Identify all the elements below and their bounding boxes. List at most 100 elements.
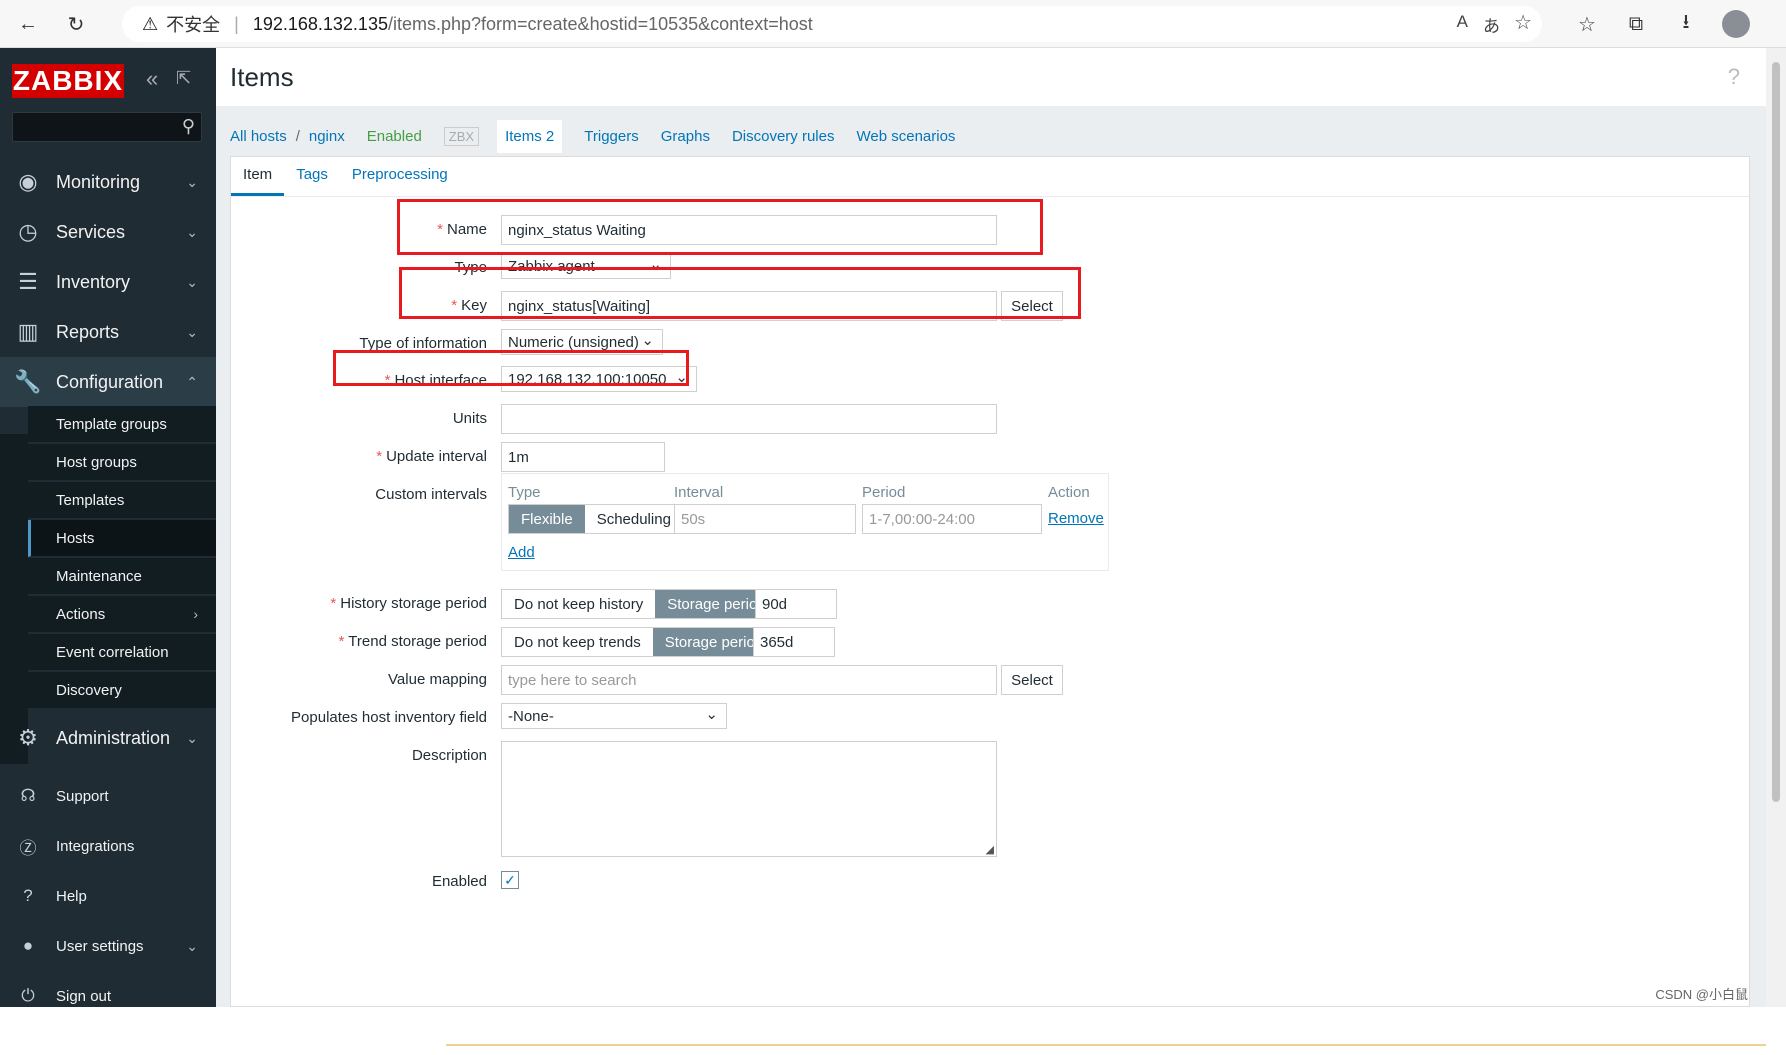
sidebar: ZABBIX « ⇱ ⚲ ◉ Monitoring ⌄ ◷ Services ⌄…: [0, 48, 216, 1007]
zabbix-logo[interactable]: ZABBIX: [12, 64, 124, 98]
menu-label: Inventory: [56, 272, 130, 293]
row-history: *History storage period Do not keep hist…: [231, 589, 1431, 619]
update-interval-input[interactable]: 1m: [501, 442, 665, 472]
tab-discovery-rules[interactable]: Discovery rules: [732, 128, 835, 145]
type-of-information-select[interactable]: Numeric (unsigned)⌄: [501, 329, 663, 355]
value-mapping-label: Value mapping: [388, 671, 487, 688]
sidebar-search-input[interactable]: ⚲: [12, 112, 202, 142]
ci-header-type: Type: [508, 484, 541, 501]
help-icon[interactable]: ?: [1728, 64, 1740, 90]
sidebar-help[interactable]: ? Help: [0, 871, 216, 921]
sidebar-integrations[interactable]: Ⓩ Integrations: [0, 821, 216, 871]
zbx-badge: ZBX: [444, 127, 479, 146]
sidebar-item-hosts[interactable]: Hosts: [28, 520, 216, 557]
chevron-down-icon: ⌄: [705, 705, 718, 723]
favorite-add-icon[interactable]: ☆: [1514, 10, 1532, 35]
integrations-icon: Ⓩ: [0, 834, 56, 859]
kiosk-mode-icon[interactable]: ⇱: [176, 68, 191, 89]
row-description: Description ◢: [231, 741, 1431, 771]
sidebar-item-host-groups[interactable]: Host groups: [28, 444, 216, 481]
sidebar-item-event-correlation[interactable]: Event correlation: [28, 634, 216, 671]
menu-administration[interactable]: ⚙ Administration ⌄: [0, 713, 216, 763]
row-update-interval: *Update interval 1m: [231, 442, 1431, 472]
favorites-icon[interactable]: ☆: [1573, 10, 1601, 38]
sidebar-item-actions[interactable]: Actions ›: [28, 596, 216, 633]
enabled-checkbox[interactable]: ✓: [501, 871, 519, 889]
chevron-down-icon: ⌄: [649, 255, 662, 273]
form-tabs: Item Tags Preprocessing: [231, 157, 1749, 197]
menu-configuration[interactable]: 🔧 Configuration ⌃: [0, 357, 216, 407]
back-arrow-icon[interactable]: ←: [14, 10, 42, 38]
breadcrumb: All hosts / nginx Enabled ZBX Items 2 Tr…: [230, 116, 977, 156]
host-interface-select[interactable]: 192.168.132.100:10050⌄: [501, 366, 697, 392]
menu-services[interactable]: ◷ Services ⌄: [0, 207, 216, 257]
bar-chart-icon: ▥: [0, 319, 56, 345]
ci-flexible-button[interactable]: Flexible: [509, 505, 585, 533]
history-toggle: Do not keep history Storage period: [501, 589, 779, 619]
tab-item[interactable]: Item: [231, 156, 284, 196]
trend-label: *Trend storage period: [338, 633, 487, 650]
ci-scheduling-button[interactable]: Scheduling: [585, 505, 683, 533]
description-textarea[interactable]: ◢: [501, 741, 997, 857]
tab-items[interactable]: Items 2: [497, 120, 562, 153]
ci-header-action: Action: [1048, 484, 1090, 501]
enabled-label: Enabled: [432, 873, 487, 890]
ci-interval-input[interactable]: 50s: [674, 504, 856, 534]
sidebar-sign-out[interactable]: ⏻ Sign out: [0, 971, 216, 1021]
bottom-label: Integrations: [56, 838, 134, 855]
status-enabled[interactable]: Enabled: [367, 128, 422, 145]
collapse-sidebar-icon[interactable]: «: [146, 66, 158, 92]
menu-monitoring[interactable]: ◉ Monitoring ⌄: [0, 157, 216, 207]
row-key: *Key nginx_status[Waiting] Select: [231, 291, 1431, 321]
sidebar-item-maintenance[interactable]: Maintenance: [28, 558, 216, 595]
ci-remove-link[interactable]: Remove: [1048, 510, 1104, 527]
menu-inventory[interactable]: ☰ Inventory ⌄: [0, 257, 216, 307]
row-type-of-information: Type of information Numeric (unsigned)⌄: [231, 329, 1431, 359]
translate-icon[interactable]: あ: [1483, 12, 1500, 37]
read-aloud-icon[interactable]: A: [1457, 12, 1468, 32]
sidebar-user-settings[interactable]: ● User settings ⌄: [0, 921, 216, 971]
history-period-input[interactable]: 90d: [755, 589, 837, 619]
collections-icon[interactable]: ⧉: [1622, 10, 1650, 38]
search-icon[interactable]: ⚲: [182, 116, 195, 137]
tab-triggers[interactable]: Triggers: [584, 128, 638, 145]
key-input[interactable]: nginx_status[Waiting]: [501, 291, 997, 321]
value-mapping-input[interactable]: type here to search: [501, 665, 997, 695]
do-not-keep-history-button[interactable]: Do not keep history: [502, 590, 655, 618]
row-enabled: Enabled ✓: [231, 871, 1431, 901]
tab-preprocessing[interactable]: Preprocessing: [340, 156, 460, 196]
row-type: Type Zabbix agent⌄: [231, 253, 1431, 283]
name-input[interactable]: nginx_status Waiting: [501, 215, 997, 245]
do-not-keep-trends-button[interactable]: Do not keep trends: [502, 628, 653, 656]
sidebar-item-templates[interactable]: Templates: [28, 482, 216, 519]
menu-reports[interactable]: ▥ Reports ⌄: [0, 307, 216, 357]
ci-add-link[interactable]: Add: [508, 544, 535, 561]
ci-period-input[interactable]: 1-7,00:00-24:00: [862, 504, 1042, 534]
type-select[interactable]: Zabbix agent⌄: [501, 253, 671, 279]
tab-graphs[interactable]: Graphs: [661, 128, 710, 145]
sidebar-item-template-groups[interactable]: Template groups: [28, 406, 216, 443]
profile-avatar[interactable]: [1722, 10, 1750, 38]
refresh-icon[interactable]: ↻: [62, 10, 90, 38]
tab-web-scenarios[interactable]: Web scenarios: [856, 128, 955, 145]
trend-period-input[interactable]: 365d: [753, 627, 835, 657]
page-title: Items: [230, 62, 294, 93]
key-select-button[interactable]: Select: [1001, 291, 1063, 321]
address-bar[interactable]: ⚠ 不安全 | 192.168.132.135/items.php?form=c…: [122, 6, 1542, 42]
description-label: Description: [412, 747, 487, 764]
tab-tags[interactable]: Tags: [284, 156, 340, 196]
scrollbar[interactable]: [1766, 48, 1786, 1007]
inventory-field-select[interactable]: -None-⌄: [501, 703, 727, 729]
value-mapping-select-button[interactable]: Select: [1001, 665, 1063, 695]
sidebar-item-discovery[interactable]: Discovery: [28, 672, 216, 709]
bottom-label: Sign out: [56, 988, 111, 1005]
sidebar-support[interactable]: ☊ Support: [0, 771, 216, 821]
breadcrumb-host[interactable]: nginx: [309, 128, 345, 145]
resize-handle-icon[interactable]: ◢: [986, 843, 994, 856]
scroll-thumb[interactable]: [1772, 62, 1780, 802]
breadcrumb-all-hosts[interactable]: All hosts: [230, 128, 287, 145]
clock-icon: ◷: [0, 219, 56, 245]
units-input[interactable]: [501, 404, 997, 434]
download-icon[interactable]: ⭳: [1672, 10, 1700, 38]
item-form: Item Tags Preprocessing *Name nginx_stat…: [230, 156, 1750, 1007]
